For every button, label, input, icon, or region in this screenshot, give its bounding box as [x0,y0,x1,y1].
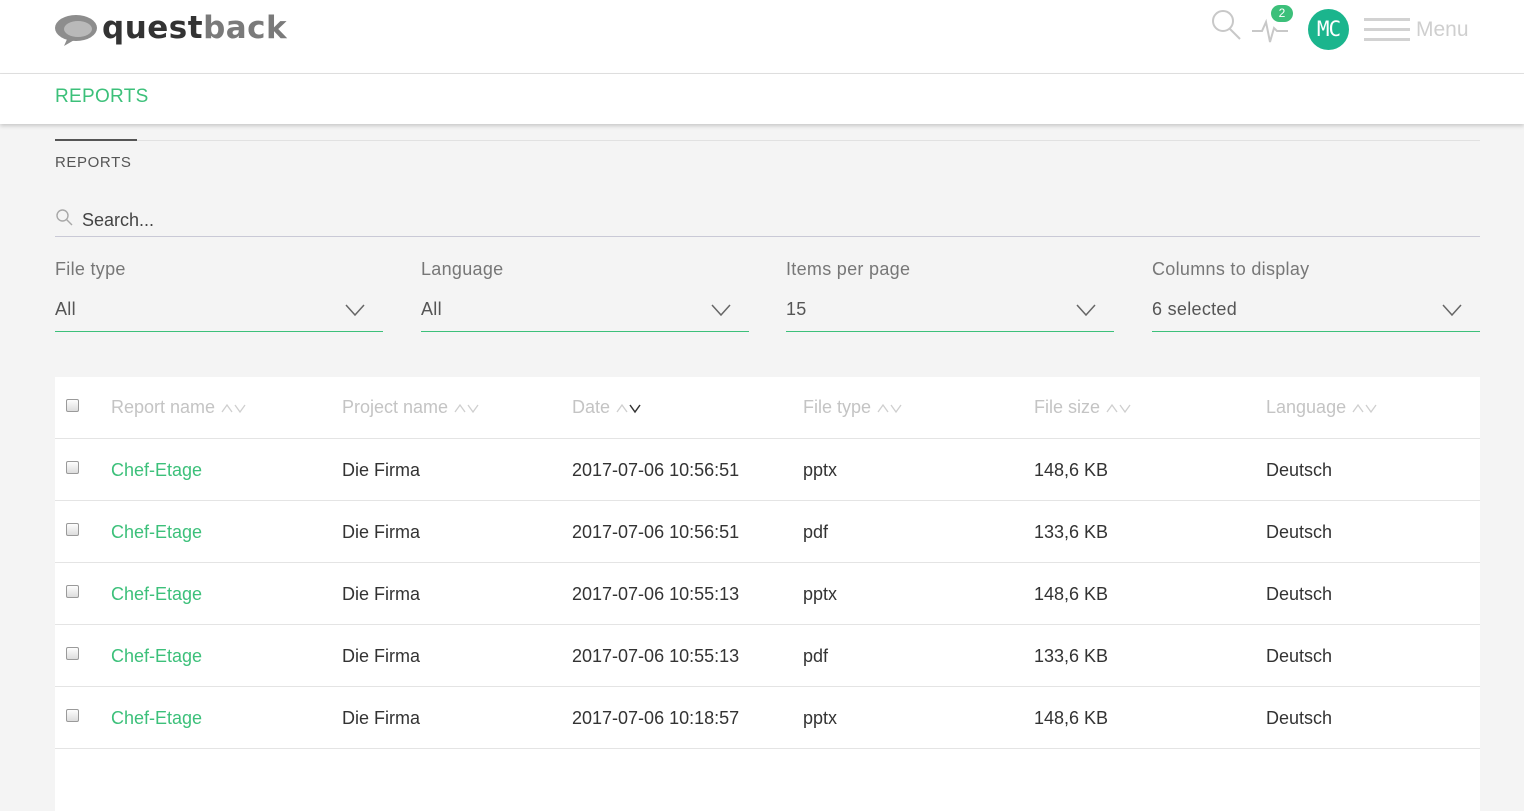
language-cell: Deutsch [1266,584,1333,604]
row-checkbox[interactable] [66,523,79,536]
reports-table: Report name Project name Date File type … [55,377,1480,811]
filter-label: Items per page [786,259,911,279]
report-name-link[interactable]: Chef-Etage [111,501,202,563]
table-header: Report name Project name Date File type … [55,377,1480,439]
questback-logo[interactable]: questback [54,10,287,50]
date-cell: 2017-07-06 10:55:13 [572,646,740,666]
column-header-date[interactable]: Date [572,377,642,437]
file-type-cell: pptx [803,708,838,728]
row-checkbox[interactable] [66,461,79,474]
project-name-cell: Die Firma [342,584,421,604]
hamburger-icon [1364,17,1410,43]
report-name-link[interactable]: Chef-Etage [111,563,202,625]
filter-value: 15 [786,299,807,319]
table-row [55,749,1480,811]
file-size-cell: 148,6 KB [1034,584,1109,604]
project-name-cell: Die Firma [342,522,421,542]
column-header-file-size[interactable]: File size [1034,377,1132,437]
sort-descending-icon [616,404,641,414]
filter-label: File type [55,259,126,279]
columns-select[interactable]: 6 selected [1152,299,1480,332]
section-title: REPORTS [55,154,132,171]
date-cell: 2017-07-06 10:18:57 [572,708,740,728]
file-type-select[interactable]: All [55,299,383,332]
sort-icon [454,404,479,414]
date-cell: 2017-07-06 10:55:13 [572,584,740,604]
file-type-cell: pdf [803,646,829,666]
chevron-down-icon [1076,304,1096,317]
top-bar: questback 2 MC Menu [0,0,1524,74]
column-header-project-name[interactable]: Project name [342,377,480,437]
file-size-cell: 148,6 KB [1034,460,1109,480]
sort-icon [1352,404,1377,414]
row-checkbox[interactable] [66,709,79,722]
file-type-cell: pdf [803,522,829,542]
language-select[interactable]: All [421,299,749,332]
items-per-page-select[interactable]: 15 [786,299,1114,332]
project-name-cell: Die Firma [342,646,421,666]
report-name-link[interactable]: Chef-Etage [111,439,202,501]
table-row: Chef-Etage Die Firma 2017-07-06 10:18:57… [55,687,1480,749]
filter-label: Columns to display [1152,259,1310,279]
filter-language: Language All [421,259,749,332]
filter-value: All [55,299,76,319]
filter-file-type: File type All [55,259,383,332]
language-cell: Deutsch [1266,522,1333,542]
user-avatar[interactable]: MC [1308,9,1349,50]
date-cell: 2017-07-06 10:56:51 [572,522,740,542]
section-divider [55,140,1480,141]
column-header-file-type[interactable]: File type [803,377,903,437]
sort-icon [221,404,246,414]
row-checkbox[interactable] [66,585,79,598]
section-tab-indicator [55,139,137,141]
file-type-cell: pptx [803,460,838,480]
language-cell: Deutsch [1266,708,1333,728]
chevron-down-icon [345,304,365,317]
notification-badge: 2 [1271,5,1293,22]
file-size-cell: 148,6 KB [1034,708,1109,728]
project-name-cell: Die Firma [342,708,421,728]
table-row: Chef-Etage Die Firma 2017-07-06 10:55:13… [55,625,1480,687]
table-row: Chef-Etage Die Firma 2017-07-06 10:56:51… [55,501,1480,563]
file-type-cell: pptx [803,584,838,604]
date-cell: 2017-07-06 10:56:51 [572,460,740,480]
project-name-cell: Die Firma [342,460,421,480]
column-header-report-name[interactable]: Report name [111,377,247,437]
sort-icon [877,404,902,414]
row-checkbox[interactable] [66,647,79,660]
menu-button[interactable]: Menu [1364,15,1474,45]
search-icon [56,209,73,226]
logo-text: questback [102,10,288,46]
table-row: Chef-Etage Die Firma 2017-07-06 10:55:13… [55,563,1480,625]
language-cell: Deutsch [1266,646,1333,666]
menu-label: Menu [1416,18,1469,41]
search-icon[interactable] [1209,8,1243,42]
column-header-language[interactable]: Language [1266,377,1378,437]
sort-icon [1106,404,1131,414]
filter-value: All [421,299,442,319]
search-field [55,204,1480,237]
filter-label: Language [421,259,504,279]
language-cell: Deutsch [1266,460,1333,480]
speech-bubble-logo-icon [55,15,97,46]
chevron-down-icon [1442,304,1462,317]
search-input[interactable] [82,207,1462,233]
filter-columns-to-display: Columns to display 6 selected [1152,259,1480,332]
nav-link-reports[interactable]: REPORTS [55,86,149,108]
file-size-cell: 133,6 KB [1034,522,1109,542]
file-size-cell: 133,6 KB [1034,646,1109,666]
filter-value: 6 selected [1152,299,1238,319]
chevron-down-icon [711,304,731,317]
filter-items-per-page: Items per page 15 [786,259,1114,332]
table-row: Chef-Etage Die Firma 2017-07-06 10:56:51… [55,439,1480,501]
report-name-link[interactable]: Chef-Etage [111,687,202,749]
select-all-checkbox[interactable] [66,399,79,412]
sub-navigation: REPORTS [0,74,1524,124]
report-name-link[interactable]: Chef-Etage [111,625,202,687]
